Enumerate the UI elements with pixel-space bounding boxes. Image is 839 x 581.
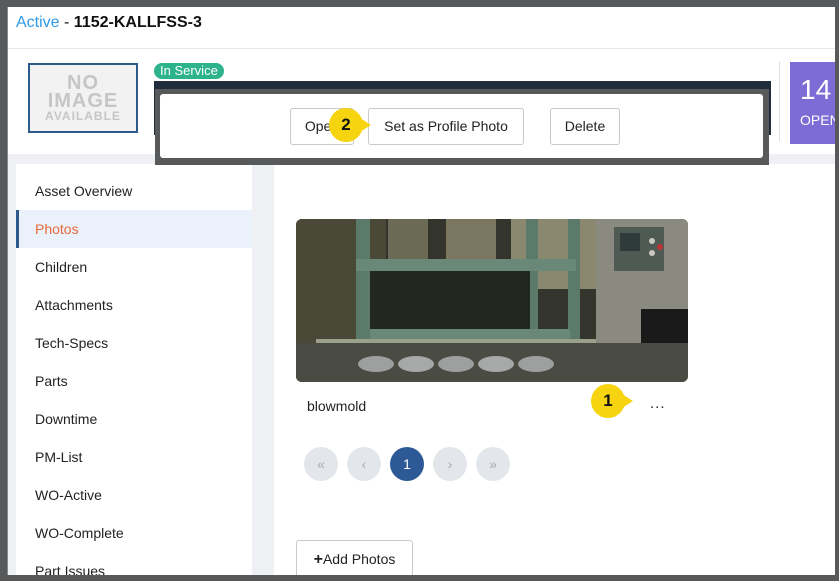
no-image-text: AVAILABLE [45,108,121,123]
kpi-number: 14 [800,74,832,105]
sidebar-item-asset-overview[interactable]: Asset Overview [16,172,252,210]
page-title: Active - 1152-KALLFSS-3 [16,14,202,32]
set-profile-photo-button[interactable]: Set as Profile Photo [368,108,524,145]
no-image-text: NO [67,71,99,94]
callout-1: 1 [591,384,635,418]
photos-panel: blowmold ... « ‹ 1 › » +Add Photos [274,164,835,575]
content-area: Asset Overview Photos Children Attachmen… [8,154,835,575]
first-page-button[interactable]: « [304,447,338,481]
sidebar-item-photos[interactable]: Photos [16,210,252,248]
title-bar: Active - 1152-KALLFSS-3 [8,7,835,48]
open-wo-kpi-card[interactable]: 14 OPEN [790,62,835,144]
add-photos-label: Add Photos [322,551,396,567]
photo-caption: blowmold [307,398,367,414]
photo-thumbnail[interactable] [296,219,688,382]
divider [779,61,780,141]
sidebar-item-tech-specs[interactable]: Tech-Specs [16,324,252,362]
sidebar: Asset Overview Photos Children Attachmen… [16,164,252,575]
sidebar-item-wo-complete[interactable]: WO-Complete [16,514,252,552]
sidebar-item-children[interactable]: Children [16,248,252,286]
plus-icon: + [313,551,323,568]
add-photos-button[interactable]: +Add Photos [296,540,413,575]
callout-2: 2 [329,108,373,142]
sidebar-item-pm-list[interactable]: PM-List [16,438,252,476]
no-image-text: IMAGE [47,89,119,112]
machine-photo-image [296,219,688,382]
prev-page-button[interactable]: ‹ [347,447,381,481]
sidebar-item-wo-active[interactable]: WO-Active [16,476,252,514]
asset-id: 1152-KALLFSS-3 [73,14,202,31]
asset-status: Active [16,14,60,31]
title-separator: - [59,14,74,31]
callout-number: 1 [591,384,625,418]
kpi-label: OPEN [800,112,835,128]
sidebar-item-part-issues[interactable]: Part Issues [16,552,252,575]
delete-button[interactable]: Delete [550,108,620,145]
sidebar-item-attachments[interactable]: Attachments [16,286,252,324]
more-options-icon[interactable]: ... [650,395,666,412]
photo-actions-popup: Open Set as Profile Photo Delete [160,94,763,158]
page-button-current[interactable]: 1 [390,447,424,481]
no-image-placeholder: NO IMAGE AVAILABLE [28,63,138,133]
last-page-button[interactable]: » [476,447,510,481]
next-page-button[interactable]: › [433,447,467,481]
sidebar-item-downtime[interactable]: Downtime [16,400,252,438]
callout-number: 2 [329,108,363,142]
sidebar-item-parts[interactable]: Parts [16,362,252,400]
status-badge: In Service [154,63,224,79]
